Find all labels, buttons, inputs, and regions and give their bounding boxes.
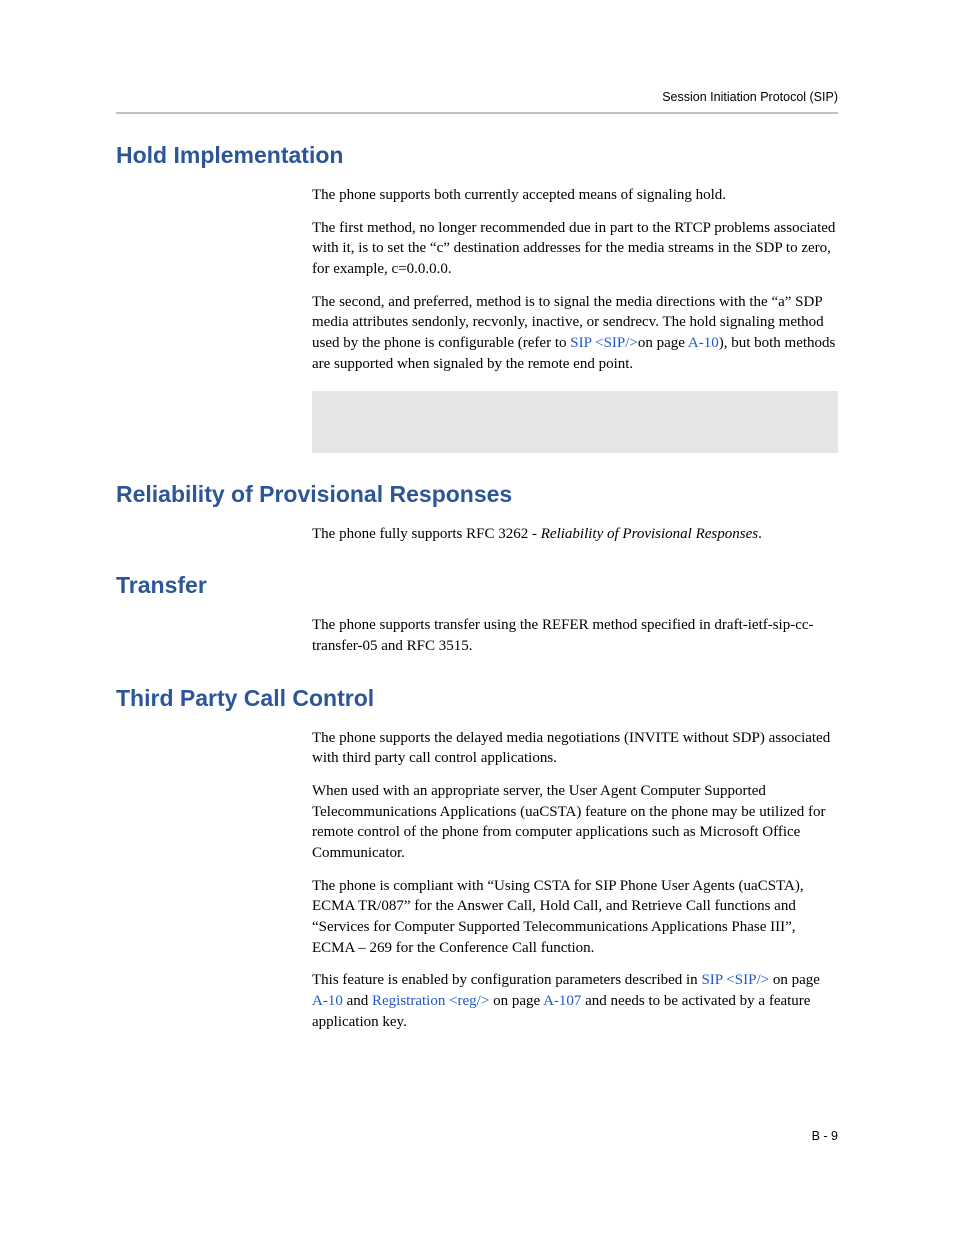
body-hold: The phone supports both currently accept… (312, 185, 838, 375)
running-header: Session Initiation Protocol (SIP) (116, 90, 838, 112)
heading-transfer: Transfer (116, 572, 838, 599)
reliability-p1-a: The phone fully supports RFC 3262 - (312, 526, 541, 542)
page-number: B - 9 (812, 1129, 838, 1143)
tpcc-p4-b: on page (769, 972, 820, 988)
tpcc-p3: The phone is compliant with “Using CSTA … (312, 876, 838, 959)
body-tpcc: The phone supports the delayed media neg… (312, 728, 838, 1033)
link-sip-2[interactable]: SIP <SIP/> (701, 972, 769, 988)
note-box (312, 391, 838, 453)
reliability-p1: The phone fully supports RFC 3262 - Reli… (312, 524, 838, 545)
link-registration[interactable]: Registration <reg/> (372, 993, 489, 1009)
heading-hold-implementation: Hold Implementation (116, 142, 838, 169)
link-page-a10-2[interactable]: A-10 (312, 993, 343, 1009)
tpcc-p4-d: on page (489, 993, 543, 1009)
tpcc-p4-a: This feature is enabled by configuration… (312, 972, 701, 988)
hold-p2: The first method, no longer recommended … (312, 218, 838, 280)
tpcc-p4-c: and (343, 993, 372, 1009)
body-reliability: The phone fully supports RFC 3262 - Reli… (312, 524, 838, 545)
hold-p1: The phone supports both currently accept… (312, 185, 838, 206)
tpcc-p4: This feature is enabled by configuration… (312, 970, 838, 1032)
hold-p3: The second, and preferred, method is to … (312, 292, 838, 375)
running-title: Session Initiation Protocol (SIP) (662, 90, 838, 104)
reliability-p1-b: . (758, 526, 762, 542)
link-page-a107[interactable]: A-107 (543, 993, 581, 1009)
heading-tpcc: Third Party Call Control (116, 685, 838, 712)
page: Session Initiation Protocol (SIP) Hold I… (0, 0, 954, 1235)
hold-p3-b: on page (638, 335, 688, 351)
reliability-p1-i: Reliability of Provisional Responses (541, 526, 758, 542)
link-page-a10[interactable]: A-10 (688, 335, 719, 351)
tpcc-p2: When used with an appropriate server, th… (312, 781, 838, 864)
transfer-p1: The phone supports transfer using the RE… (312, 615, 838, 656)
header-rule (116, 112, 838, 114)
heading-reliability: Reliability of Provisional Responses (116, 481, 838, 508)
link-sip[interactable]: SIP <SIP/> (570, 335, 638, 351)
tpcc-p1: The phone supports the delayed media neg… (312, 728, 838, 769)
body-transfer: The phone supports transfer using the RE… (312, 615, 838, 656)
